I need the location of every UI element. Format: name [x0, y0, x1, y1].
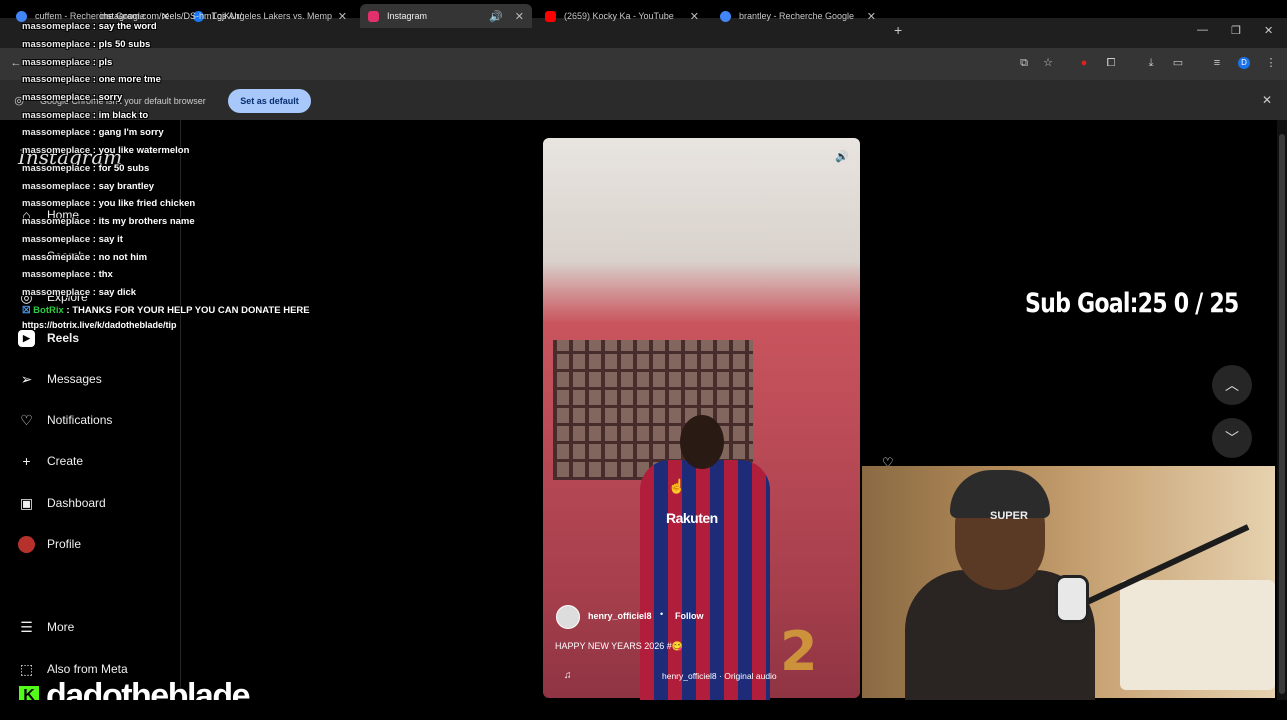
chat-bot-message: ☒ BotRix : THANKS FOR YOUR HELP YOU CAN …: [22, 305, 310, 316]
sidebar-item-messages[interactable]: ➢ Messages: [18, 368, 102, 390]
chat-message: massomeplace : no not him: [22, 252, 148, 263]
download-icon[interactable]: ⤓: [1145, 57, 1157, 69]
google-favicon-icon: [16, 10, 27, 22]
sub-goal-counter: Sub Goal:25 0 / 25: [1025, 288, 1239, 319]
reel-caption: HAPPY NEW YEARS 2026 #😋: [555, 641, 683, 651]
chat-message: massomeplace : thx: [22, 269, 113, 280]
music-note-icon: ♫: [564, 670, 572, 681]
chat-message: massomeplace : gang I'm sorry: [22, 127, 164, 138]
address-bar-row: [0, 48, 1287, 80]
sidebar-item-create[interactable]: + Create: [18, 450, 83, 472]
menu-kebab-icon[interactable]: ⋮: [1265, 57, 1277, 69]
bot-badge-icon: ☒: [22, 305, 31, 316]
media-icon[interactable]: ≡: [1211, 57, 1223, 69]
chat-message: massomeplace : say the word: [22, 21, 157, 32]
sidebar-item-dashboard[interactable]: ▣ Dashboard: [18, 492, 106, 514]
avatar-icon: [18, 535, 35, 553]
reel-audio-label[interactable]: henry_officiel8 · Original audio: [662, 671, 777, 681]
reel-follow-button[interactable]: Follow: [675, 611, 704, 621]
chat-message: massomeplace : sorry: [22, 92, 123, 103]
chat-message: massomeplace : say it: [22, 234, 123, 245]
chat-message: massomeplace : one more tme: [22, 74, 161, 85]
infobar-close-icon[interactable]: ✕: [1262, 93, 1272, 107]
next-reel-button[interactable]: ﹀: [1212, 418, 1252, 458]
heart-icon: ♡: [20, 411, 33, 428]
install-icon[interactable]: ⧉: [1018, 57, 1030, 69]
webcam-bed: [1120, 580, 1275, 690]
person-shirt: [640, 460, 770, 700]
volume-icon[interactable]: 🔊: [835, 150, 849, 163]
back-icon[interactable]: ←: [10, 57, 22, 69]
restore-icon[interactable]: ❐: [1231, 24, 1241, 37]
previous-reel-button[interactable]: ︿: [1212, 365, 1252, 405]
reel-badge-number: 2: [780, 620, 818, 683]
chat-message: massomeplace : pls 50 subs: [22, 39, 151, 50]
reel-user-avatar[interactable]: [556, 605, 580, 629]
bottom-black-bar: [0, 700, 1287, 720]
person-head: [680, 415, 724, 469]
mouse-cursor-icon: ☝: [668, 478, 686, 494]
plus-icon: +: [22, 453, 31, 469]
bookmark-star-icon[interactable]: ☆: [1042, 57, 1054, 69]
microphone-icon: [1055, 575, 1089, 623]
donate-link-text: https://botrix.live/k/dadotheblade/tip: [22, 320, 177, 330]
set-as-default-button[interactable]: Set as default: [228, 89, 311, 113]
chat-message: massomeplace : its my brothers name: [22, 216, 195, 227]
reel-username[interactable]: henry_officiel8: [588, 611, 652, 621]
hamburger-icon: ☰: [20, 618, 33, 635]
reels-icon: ▶: [18, 329, 35, 347]
window-grill: [553, 340, 753, 480]
sidebar-item-notifications[interactable]: ♡ Notifications: [18, 409, 112, 431]
meta-icon: ⬚: [19, 660, 34, 677]
chat-message: massomeplace : you like fried chicken: [22, 198, 196, 209]
url-field[interactable]: instagram.com/reels/DS-hmTgjKUr/: [100, 6, 1000, 26]
extensions-icon[interactable]: ⧠: [1105, 57, 1117, 69]
chat-message: massomeplace : say brantley: [22, 181, 155, 192]
minimize-icon[interactable]: —: [1197, 24, 1208, 36]
chat-message: massomeplace : im black to: [22, 110, 149, 121]
reel-dot-separator: •: [660, 609, 664, 619]
shirt-sponsor-text: Rakuten: [666, 510, 718, 526]
send-icon: ➢: [20, 370, 33, 387]
scrollbar-thumb[interactable]: [1279, 134, 1285, 694]
profile-avatar-icon[interactable]: D: [1238, 57, 1250, 69]
chat-message: massomeplace : for 50 subs: [22, 163, 150, 174]
sidepanel-icon[interactable]: ▭: [1172, 57, 1184, 69]
close-window-icon[interactable]: ✕: [1264, 24, 1273, 37]
sidebar-item-profile[interactable]: Profile: [18, 533, 81, 555]
dashboard-icon: ▣: [19, 494, 34, 511]
sidebar-item-reels[interactable]: ▶ Reels: [18, 327, 79, 349]
chat-message: massomeplace : you like watermelon: [22, 145, 190, 156]
chat-message: massomeplace : say dick: [22, 287, 137, 298]
beanie-text: SUPER: [990, 510, 1028, 522]
extension-red-icon[interactable]: ●: [1078, 57, 1090, 69]
sidebar-item-more[interactable]: ☰ More: [18, 616, 74, 638]
chat-message: massomeplace : pls: [22, 57, 113, 68]
